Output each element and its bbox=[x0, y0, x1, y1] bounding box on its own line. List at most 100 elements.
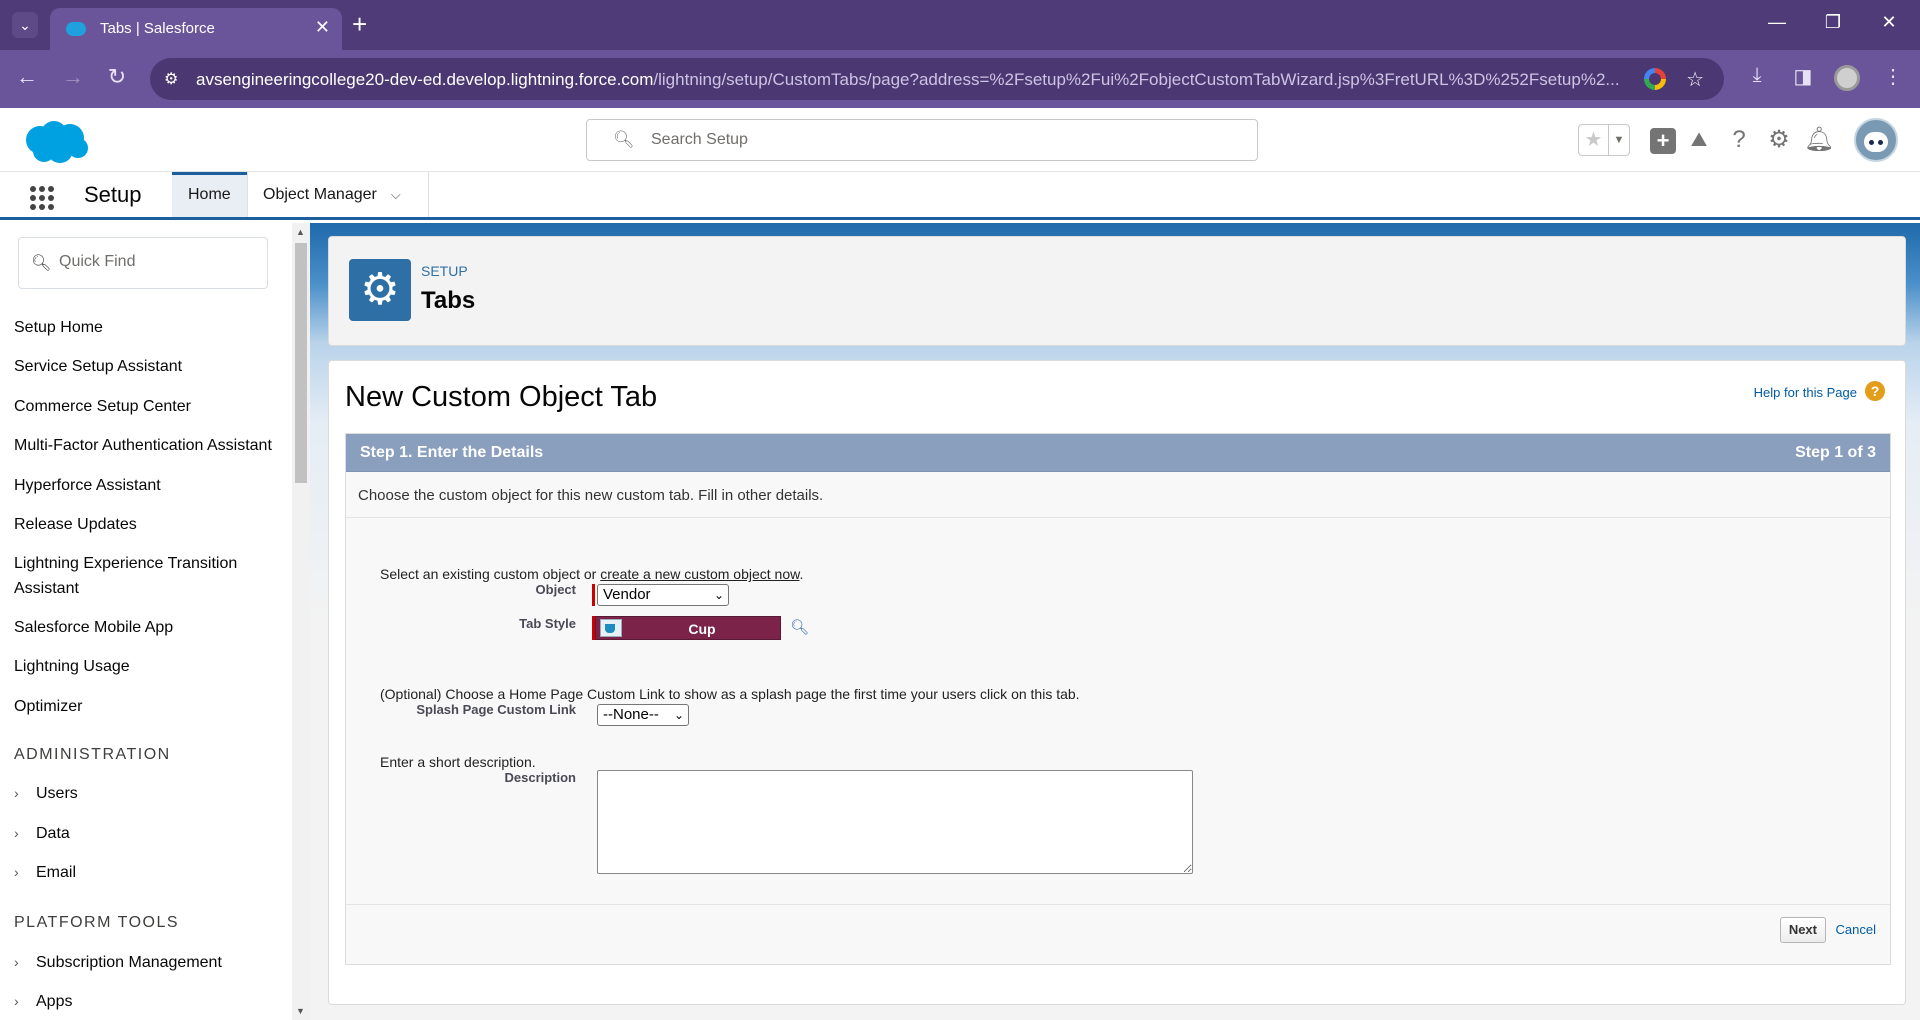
sidebar-item-subscription-management[interactable]: › Subscription Management bbox=[14, 954, 222, 972]
sidebar-item-email[interactable]: › Email bbox=[14, 864, 76, 882]
close-tab-icon[interactable]: ✕ bbox=[315, 17, 330, 38]
scroll-down-icon[interactable]: ▼ bbox=[296, 1006, 305, 1016]
global-search-box[interactable]: 🔍︎ bbox=[586, 119, 1258, 161]
help-icon[interactable]: ? bbox=[1723, 124, 1755, 156]
sidebar-item-label: Subscription Management bbox=[36, 954, 222, 971]
favorites-control[interactable]: ★ ▼ bbox=[1578, 124, 1630, 156]
page-title: Tabs bbox=[421, 287, 476, 314]
search-icon: 🔍︎ bbox=[613, 130, 635, 149]
site-info-icon[interactable]: ⚙ bbox=[164, 69, 178, 89]
sidebar-item-users[interactable]: › Users bbox=[14, 785, 78, 803]
chevron-down-icon: ⌄ bbox=[673, 708, 684, 722]
object-select-value: Vendor bbox=[603, 586, 651, 603]
restore-window-icon[interactable]: ❐ bbox=[1818, 12, 1848, 33]
sidebar-scrollbar[interactable]: ▲ ▼ bbox=[292, 223, 310, 1020]
sidebar-item-apps[interactable]: › Apps bbox=[14, 993, 72, 1011]
chevron-right-icon[interactable]: › bbox=[14, 785, 36, 801]
address-bar[interactable]: ⚙ avsengineeringcollege20-dev-ed.develop… bbox=[150, 58, 1724, 100]
sidebar-item-label: Data bbox=[36, 825, 70, 842]
step-intro-text: Choose the custom object for this new cu… bbox=[358, 487, 824, 504]
sidebar-item-commerce-setup-center[interactable]: Commerce Setup Center bbox=[14, 394, 284, 419]
sidebar-heading-platform-tools: PLATFORM TOOLS bbox=[14, 914, 180, 931]
step-header: Step 1. Enter the Details Step 1 of 3 bbox=[346, 434, 1890, 472]
scrollbar-thumb[interactable] bbox=[295, 243, 307, 483]
browser-tab[interactable]: Tabs | Salesforce ✕ bbox=[50, 8, 342, 50]
sidebar-item-release-updates[interactable]: Release Updates bbox=[14, 512, 284, 537]
global-actions-add-icon[interactable]: + bbox=[1650, 128, 1676, 154]
download-icon[interactable]: ⤓ bbox=[1742, 64, 1772, 87]
app-launcher-icon[interactable] bbox=[30, 186, 54, 210]
form-title: New Custom Object Tab bbox=[345, 381, 658, 413]
object-select[interactable]: Vendor ⌄ bbox=[597, 584, 729, 606]
tab-search-button[interactable]: ⌄ bbox=[12, 12, 38, 38]
setup-gear-icon[interactable]: ⚙ bbox=[1763, 124, 1795, 156]
bookmark-star-icon[interactable]: ☆ bbox=[1686, 67, 1704, 92]
sidebar-item-lightning-usage[interactable]: Lightning Usage bbox=[14, 654, 284, 679]
wizard-step-panel: Step 1. Enter the Details Step 1 of 3 Ch… bbox=[345, 433, 1891, 965]
sidebar-item-data[interactable]: › Data bbox=[14, 825, 70, 843]
sidebar-item-service-setup-assistant[interactable]: Service Setup Assistant bbox=[14, 354, 284, 379]
sidebar-item-mfa-assistant[interactable]: Multi-Factor Authentication Assistant bbox=[14, 433, 284, 458]
next-button[interactable]: Next bbox=[1779, 917, 1826, 943]
favorite-star-icon[interactable]: ★ bbox=[1579, 125, 1609, 155]
salesforce-favicon-icon bbox=[66, 22, 86, 36]
tab-home[interactable]: Home bbox=[172, 172, 247, 217]
object-label: Object bbox=[535, 582, 576, 597]
notifications-bell-icon[interactable]: 🔔︎ bbox=[1803, 124, 1835, 156]
tab-object-manager[interactable]: Object Manager ⌵ bbox=[247, 172, 417, 217]
salesforce-cloud-logo-icon[interactable] bbox=[20, 118, 92, 166]
side-panel-icon[interactable]: ◨ bbox=[1788, 64, 1818, 89]
url-host: avsengineeringcollege20-dev-ed.develop.l… bbox=[196, 70, 654, 89]
close-window-icon[interactable]: ✕ bbox=[1874, 12, 1904, 33]
favorites-dropdown-icon[interactable]: ▼ bbox=[1609, 125, 1629, 155]
google-lens-icon[interactable] bbox=[1644, 68, 1666, 90]
sidebar-item-setup-home[interactable]: Setup Home bbox=[14, 315, 284, 340]
reload-icon[interactable]: ↻ bbox=[102, 64, 132, 90]
chevron-right-icon[interactable]: › bbox=[14, 864, 36, 880]
sidebar-item-optimizer[interactable]: Optimizer bbox=[14, 694, 284, 719]
quick-find-box[interactable]: 🔍︎ bbox=[18, 237, 268, 289]
profile-icon[interactable] bbox=[1834, 65, 1860, 91]
trailhead-guidance-icon[interactable]: ⛰ bbox=[1683, 124, 1715, 156]
search-setup-input[interactable] bbox=[651, 129, 1211, 151]
chevron-right-icon[interactable]: › bbox=[14, 954, 36, 970]
tab-style-value: Cup bbox=[688, 621, 716, 637]
object-prompt: Select an existing custom object or crea… bbox=[380, 566, 803, 582]
browser-menu-icon[interactable]: ⋮ bbox=[1878, 64, 1908, 89]
browser-tab-title: Tabs | Salesforce bbox=[100, 20, 215, 37]
back-icon[interactable]: ← bbox=[12, 64, 42, 90]
breadcrumb: SETUP bbox=[421, 263, 468, 279]
description-textarea[interactable] bbox=[597, 770, 1193, 874]
chevron-down-icon[interactable]: ⌵ bbox=[391, 187, 401, 202]
help-for-this-page-link[interactable]: Help for this Page bbox=[1754, 385, 1857, 400]
user-avatar[interactable] bbox=[1854, 118, 1898, 162]
sidebar-item-salesforce-mobile-app[interactable]: Salesforce Mobile App bbox=[14, 615, 284, 640]
chevron-right-icon[interactable]: › bbox=[14, 825, 36, 841]
browser-toolbar: ← → ↻ ⚙ avsengineeringcollege20-dev-ed.d… bbox=[0, 50, 1920, 108]
setup-sidebar: 🔍︎ Setup Home Service Setup Assistant Co… bbox=[0, 223, 292, 1020]
required-indicator bbox=[592, 584, 595, 606]
step-title: Step 1. Enter the Details bbox=[360, 444, 544, 461]
scroll-up-icon[interactable]: ▲ bbox=[296, 227, 305, 237]
global-header: 🔍︎ ★ ▼ + ⛰ ? ⚙ 🔔︎ bbox=[0, 108, 1920, 172]
tab-style-selector[interactable]: Cup bbox=[595, 616, 781, 640]
splash-page-label: Splash Page Custom Link bbox=[416, 702, 576, 717]
lookup-magnifier-icon[interactable]: 🔍︎ bbox=[790, 618, 812, 638]
forward-icon[interactable]: → bbox=[58, 64, 88, 90]
content-card: New Custom Object Tab Help for this Page… bbox=[328, 360, 1906, 1005]
minimize-window-icon[interactable]: — bbox=[1762, 12, 1792, 33]
splash-page-select[interactable]: --None-- ⌄ bbox=[597, 704, 689, 726]
sidebar-item-lightning-transition-assistant[interactable]: Lightning Experience Transition Assistan… bbox=[14, 551, 254, 601]
avatar-face bbox=[1864, 132, 1888, 152]
sidebar-item-label: Email bbox=[36, 864, 77, 881]
sidebar-item-hyperforce-assistant[interactable]: Hyperforce Assistant bbox=[14, 473, 284, 498]
cancel-link[interactable]: Cancel bbox=[1836, 922, 1876, 937]
chevron-right-icon[interactable]: › bbox=[14, 993, 36, 1009]
quick-find-input[interactable] bbox=[59, 253, 259, 271]
url-text[interactable]: avsengineeringcollege20-dev-ed.develop.l… bbox=[196, 70, 1636, 90]
new-tab-icon[interactable]: + bbox=[352, 10, 367, 38]
avatar-eye bbox=[1878, 140, 1883, 145]
help-question-icon[interactable]: ? bbox=[1865, 381, 1885, 401]
create-new-custom-object-link[interactable]: create a new custom object now bbox=[600, 566, 799, 582]
splash-prompt: (Optional) Choose a Home Page Custom Lin… bbox=[380, 686, 1080, 702]
